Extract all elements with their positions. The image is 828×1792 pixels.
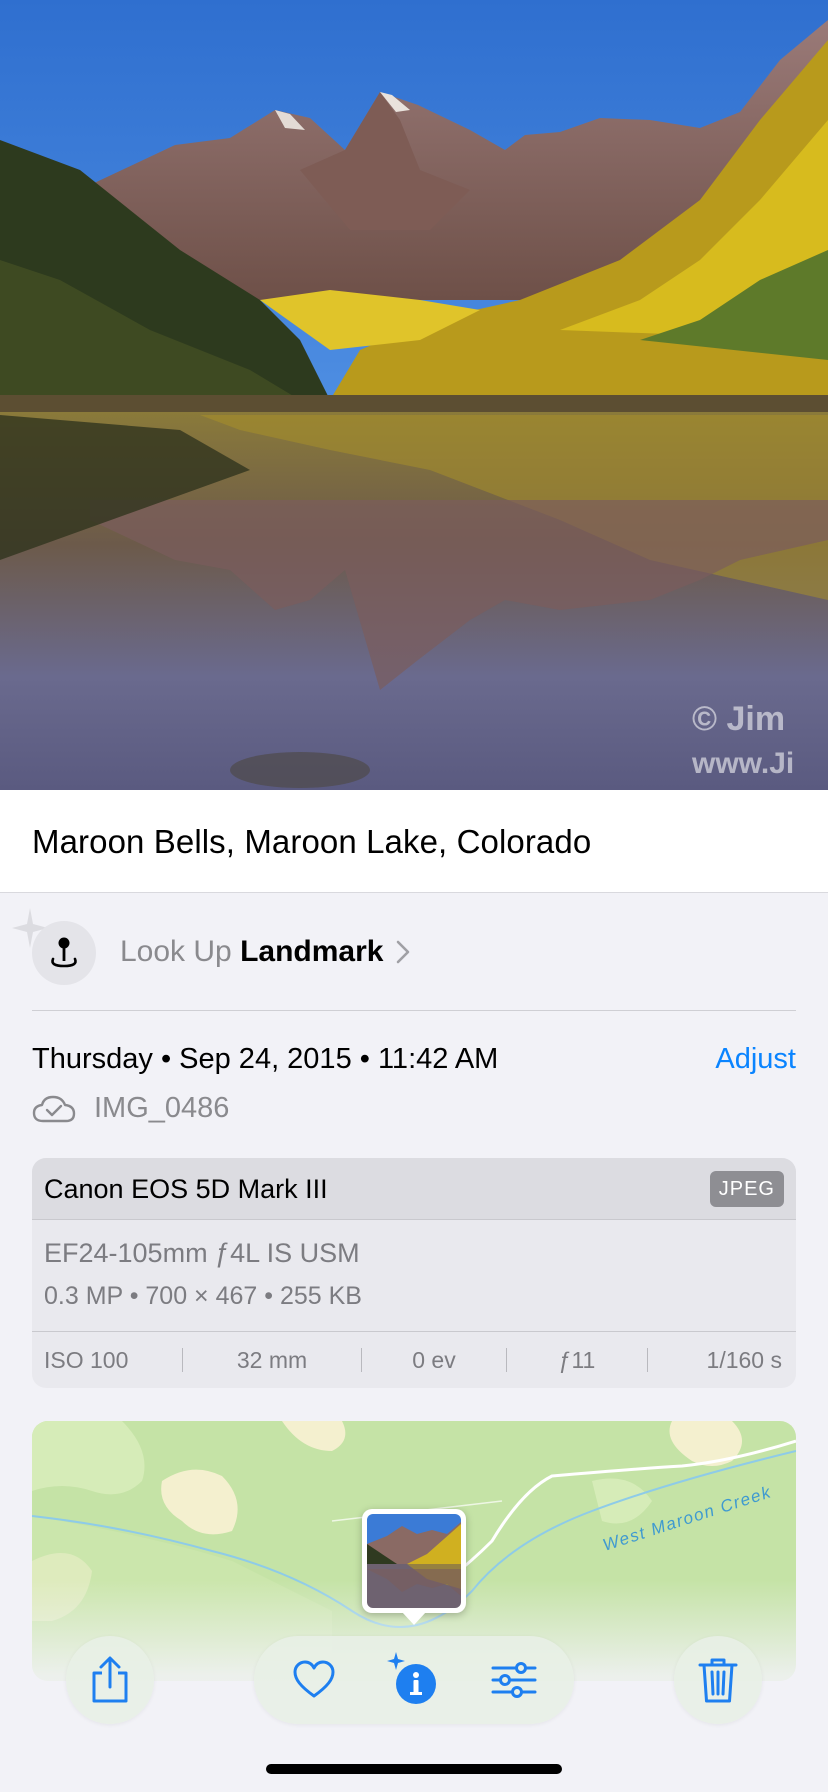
exif-aperture: ƒ11	[558, 1346, 596, 1373]
exif-iso: ISO 100	[44, 1346, 129, 1373]
edit-adjust-button[interactable]	[474, 1636, 554, 1724]
photo-thumbnail	[367, 1514, 461, 1608]
watermark-line1: © Jim	[692, 700, 785, 738]
chevron-right-icon	[396, 940, 410, 964]
format-badge: JPEG	[709, 1171, 784, 1207]
look-up-subject: Landmark	[240, 935, 384, 968]
home-indicator	[266, 1764, 562, 1774]
caption-text: Maroon Bells, Maroon Lake, Colorado	[32, 823, 592, 860]
share-button[interactable]	[66, 1636, 154, 1724]
image-specs: 0.3 MP • 700 × 467 • 255 KB	[44, 1282, 362, 1310]
exif-shutter-speed: 1/160 s	[706, 1346, 782, 1373]
heart-icon	[293, 1660, 335, 1698]
photo-viewer[interactable]: © Jim www.Ji	[0, 0, 828, 790]
lens-info: EF24-105mm ƒ4L IS USM	[44, 1238, 360, 1268]
toolbar-pill	[254, 1636, 574, 1724]
info-button[interactable]	[374, 1636, 454, 1724]
exif-bar: ISO 100 32 mm 0 ev ƒ11 1/160 s	[32, 1331, 796, 1388]
info-sparkle-icon	[387, 1652, 436, 1704]
delete-button[interactable]	[674, 1636, 762, 1724]
pin-tail	[402, 1612, 426, 1625]
watermark-line2: www.Ji	[691, 747, 794, 780]
map-photo-pin[interactable]	[362, 1509, 466, 1625]
file-row: IMG_0486	[32, 1092, 229, 1125]
exif-focal-length: 32 mm	[236, 1346, 308, 1373]
look-up-label: Look Up Landmark	[120, 935, 383, 969]
favorite-button[interactable]	[274, 1636, 354, 1724]
divider	[32, 1010, 796, 1011]
trash-icon	[698, 1658, 738, 1703]
capture-date: Thursday • Sep 24, 2015 • 11:42 AM	[32, 1043, 499, 1075]
adjust-date-button[interactable]: Adjust	[715, 1043, 796, 1076]
exif-exposure-value: 0 ev	[412, 1346, 456, 1373]
landscape-photo: © Jim www.Ji	[0, 0, 828, 790]
look-up-landmark-row[interactable]: Look Up Landmark	[0, 893, 828, 1011]
landmark-icon	[32, 921, 96, 985]
camera-model: Canon EOS 5D Mark III	[44, 1174, 328, 1204]
sliders-icon	[491, 1662, 537, 1698]
look-up-prefix: Look Up	[120, 935, 241, 968]
exif-card-header: Canon EOS 5D Mark III JPEG	[32, 1158, 796, 1220]
caption-field[interactable]: Maroon Bells, Maroon Lake, Colorado	[0, 790, 828, 893]
icloud-check-icon	[32, 1095, 76, 1122]
exif-card: Canon EOS 5D Mark III JPEG EF24-105mm ƒ4…	[32, 1158, 796, 1388]
share-icon	[92, 1656, 128, 1703]
file-name: IMG_0486	[94, 1092, 230, 1124]
